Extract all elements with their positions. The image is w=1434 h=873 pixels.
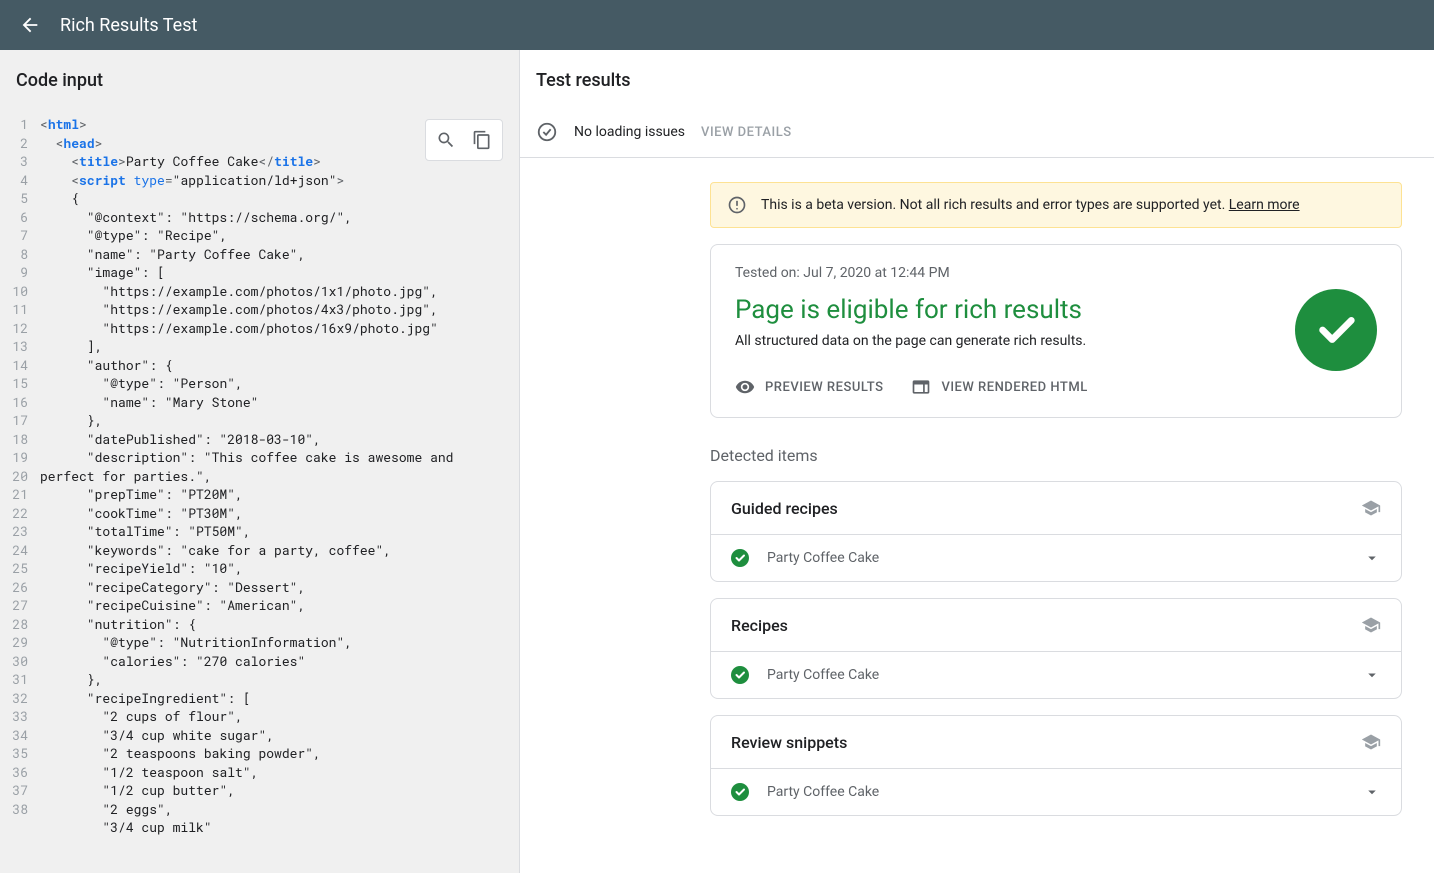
- item-name: Party Coffee Cake: [767, 784, 879, 800]
- chevron-down-icon: [1363, 666, 1381, 684]
- view-details-button[interactable]: VIEW DETAILS: [701, 125, 792, 140]
- education-icon: [1361, 732, 1381, 752]
- app-title: Rich Results Test: [60, 15, 197, 36]
- chevron-down-icon: [1363, 783, 1381, 801]
- results-panel: Test results No loading issues VIEW DETA…: [520, 50, 1434, 873]
- success-check-icon: [1295, 289, 1377, 371]
- detected-group: Guided recipes Party Coffee Cake: [710, 481, 1402, 582]
- group-title: Review snippets: [731, 733, 847, 752]
- preview-results-button[interactable]: PREVIEW RESULTS: [735, 377, 883, 397]
- group-header[interactable]: Recipes: [711, 599, 1401, 651]
- education-icon: [1361, 498, 1381, 518]
- group-item[interactable]: Party Coffee Cake: [711, 651, 1401, 698]
- search-icon[interactable]: [432, 126, 460, 154]
- back-arrow-icon[interactable]: [16, 11, 44, 39]
- item-name: Party Coffee Cake: [767, 550, 879, 566]
- loading-status-text: No loading issues: [574, 124, 685, 140]
- learn-more-link[interactable]: Learn more: [1229, 197, 1300, 213]
- eligibility-title: Page is eligible for rich results: [735, 295, 1275, 325]
- beta-text: This is a beta version. Not all rich res…: [761, 197, 1300, 213]
- checkmark-circle-icon: [536, 121, 558, 143]
- detected-group: Review snippets Party Coffee Cake: [710, 715, 1402, 816]
- item-check-icon: [731, 783, 749, 801]
- app-header: Rich Results Test: [0, 0, 1434, 50]
- web-icon: [911, 377, 931, 397]
- view-rendered-html-button[interactable]: VIEW RENDERED HTML: [911, 377, 1087, 397]
- eye-icon: [735, 377, 755, 397]
- item-check-icon: [731, 666, 749, 684]
- code-input-panel: Code input 12345678910111213141516171819…: [0, 50, 520, 873]
- code-toolbar: [425, 119, 503, 161]
- chevron-down-icon: [1363, 549, 1381, 567]
- tested-on-timestamp: Tested on: Jul 7, 2020 at 12:44 PM: [735, 265, 1275, 281]
- copy-icon[interactable]: [468, 126, 496, 154]
- detected-items-title: Detected items: [710, 446, 1402, 465]
- beta-banner: This is a beta version. Not all rich res…: [710, 182, 1402, 228]
- code-editor[interactable]: 1234567891011121314151617181920212223242…: [0, 107, 519, 845]
- item-check-icon: [731, 549, 749, 567]
- results-title: Test results: [520, 50, 1434, 107]
- loading-status-bar: No loading issues VIEW DETAILS: [520, 107, 1434, 158]
- eligibility-card: Tested on: Jul 7, 2020 at 12:44 PM Page …: [710, 244, 1402, 418]
- eligibility-subtitle: All structured data on the page can gene…: [735, 333, 1275, 349]
- education-icon: [1361, 615, 1381, 635]
- group-item[interactable]: Party Coffee Cake: [711, 534, 1401, 581]
- group-title: Recipes: [731, 616, 788, 635]
- code-input-title: Code input: [0, 50, 519, 107]
- group-header[interactable]: Review snippets: [711, 716, 1401, 768]
- group-header[interactable]: Guided recipes: [711, 482, 1401, 534]
- group-item[interactable]: Party Coffee Cake: [711, 768, 1401, 815]
- group-title: Guided recipes: [731, 499, 838, 518]
- warning-icon: [727, 195, 747, 215]
- detected-group: Recipes Party Coffee Cake: [710, 598, 1402, 699]
- item-name: Party Coffee Cake: [767, 667, 879, 683]
